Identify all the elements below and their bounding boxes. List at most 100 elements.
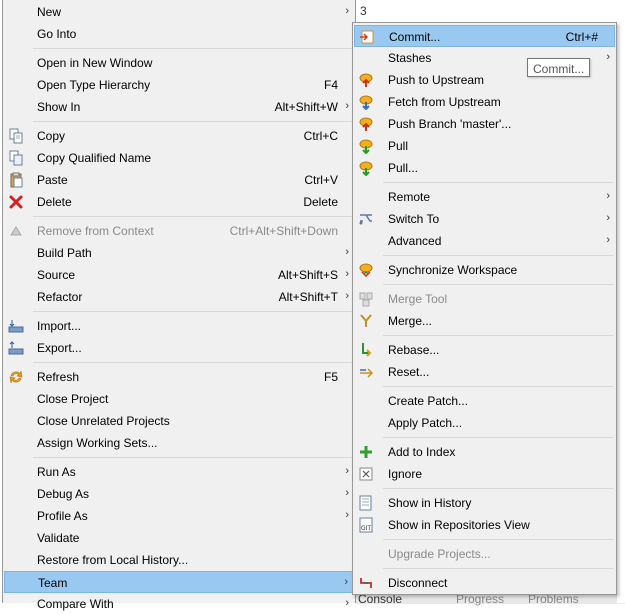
- menu-item-show-in[interactable]: Show In Alt+Shift+W ›: [4, 96, 354, 118]
- menu-shortcut: Alt+Shift+W: [274, 100, 338, 114]
- menu-item-close-unrelated-projects[interactable]: Close Unrelated Projects: [4, 410, 354, 432]
- menu-item-copy-qualified-name[interactable]: Copy Qualified Name: [4, 147, 354, 169]
- copy-qualified-icon: [8, 150, 24, 166]
- menu-item-team[interactable]: Team ›: [4, 571, 354, 593]
- submenu-arrow-icon: ›: [606, 212, 610, 224]
- menu-item-profile-as[interactable]: Profile As ›: [4, 505, 354, 527]
- team-item-show-in-history[interactable]: Show in History: [354, 492, 615, 514]
- team-item-rebase[interactable]: Rebase...: [354, 339, 615, 361]
- menu-label: Export...: [37, 341, 82, 355]
- menu-label: Push to Upstream: [388, 73, 485, 87]
- git-repository-icon: GIT: [358, 517, 374, 533]
- menu-shortcut: Alt+Shift+T: [278, 290, 338, 304]
- team-item-create-patch[interactable]: Create Patch...: [354, 390, 615, 412]
- team-submenu: Commit... Ctrl+# Stashes › Push to Upstr…: [352, 22, 617, 595]
- menu-label: Team: [38, 576, 68, 590]
- menu-label: Push Branch 'master'...: [388, 117, 512, 131]
- menu-label: Pull...: [388, 161, 419, 175]
- editor-line-number: 3: [360, 4, 367, 18]
- team-item-switch-to[interactable]: Switch To ›: [354, 208, 615, 230]
- menu-item-refresh[interactable]: Refresh F5: [4, 366, 354, 388]
- team-item-pull-dialog[interactable]: Pull...: [354, 157, 615, 179]
- menu-label: New: [37, 5, 62, 19]
- menu-label: Synchronize Workspace: [388, 263, 518, 277]
- menu-label: Advanced: [388, 234, 442, 248]
- menu-label: Merge Tool: [388, 292, 448, 306]
- menu-separator: [383, 182, 614, 183]
- menu-item-refactor[interactable]: Refactor Alt+Shift+T ›: [4, 286, 354, 308]
- menu-item-import[interactable]: Import...: [4, 315, 354, 337]
- menu-label: Ignore: [388, 467, 423, 481]
- menu-item-go-into[interactable]: Go Into: [4, 23, 354, 45]
- menu-item-open-type-hierarchy[interactable]: Open Type Hierarchy F4: [4, 74, 354, 96]
- export-icon: [8, 340, 24, 356]
- menu-item-close-project[interactable]: Close Project: [4, 388, 354, 410]
- menu-item-remove-from-context[interactable]: Remove from Context Ctrl+Alt+Shift+Down: [4, 220, 354, 242]
- team-item-merge-tool[interactable]: Merge Tool: [354, 288, 615, 310]
- menu-shortcut: Ctrl+Alt+Shift+Down: [229, 224, 338, 238]
- menu-item-validate[interactable]: Validate: [4, 527, 354, 549]
- menu-item-delete[interactable]: Delete Delete: [4, 191, 354, 213]
- submenu-arrow-icon: ›: [345, 597, 349, 609]
- menu-item-source[interactable]: Source Alt+Shift+S ›: [4, 264, 354, 286]
- menu-label: Reset...: [388, 365, 430, 379]
- team-item-show-repositories-view[interactable]: GIT Show in Repositories View: [354, 514, 615, 536]
- menu-label: Close Unrelated Projects: [37, 414, 170, 428]
- delete-icon: [8, 194, 24, 210]
- team-item-synchronize-workspace[interactable]: Synchronize Workspace: [354, 259, 615, 281]
- menu-separator: [383, 335, 614, 336]
- menu-label: Copy: [37, 129, 66, 143]
- team-item-fetch-from-upstream[interactable]: Fetch from Upstream: [354, 91, 615, 113]
- team-item-disconnect[interactable]: Disconnect: [354, 572, 615, 594]
- team-item-advanced[interactable]: Advanced ›: [354, 230, 615, 252]
- menu-item-run-as[interactable]: Run As ›: [4, 461, 354, 483]
- team-item-remote[interactable]: Remote ›: [354, 186, 615, 208]
- pull-icon: [358, 138, 374, 155]
- team-item-merge[interactable]: Merge...: [354, 310, 615, 332]
- menu-item-paste[interactable]: Paste Ctrl+V: [4, 169, 354, 191]
- menu-item-new[interactable]: New ›: [4, 1, 354, 23]
- submenu-arrow-icon: ›: [345, 268, 349, 280]
- team-item-push-branch[interactable]: Push Branch 'master'...: [354, 113, 615, 135]
- menu-item-debug-as[interactable]: Debug As ›: [4, 483, 354, 505]
- menu-item-export[interactable]: Export...: [4, 337, 354, 359]
- team-item-apply-patch[interactable]: Apply Patch...: [354, 412, 615, 434]
- menu-label: Close Project: [37, 392, 109, 406]
- team-item-commit[interactable]: Commit... Ctrl+#: [354, 25, 615, 47]
- menu-label: Build Path: [37, 246, 92, 260]
- menu-shortcut: Delete: [303, 195, 338, 209]
- team-item-ignore[interactable]: Ignore: [354, 463, 615, 485]
- menu-item-assign-working-sets[interactable]: Assign Working Sets...: [4, 432, 354, 454]
- menu-separator: [33, 362, 353, 363]
- pull-dialog-icon: [358, 160, 374, 177]
- menu-separator: [383, 386, 614, 387]
- menu-label: Fetch from Upstream: [388, 95, 501, 109]
- project-context-menu: New › Go Into Open in New Window Open Ty…: [2, 0, 356, 611]
- menu-label: Apply Patch...: [388, 416, 463, 430]
- submenu-arrow-icon: ›: [345, 290, 349, 302]
- team-item-reset[interactable]: Reset...: [354, 361, 615, 383]
- commit-icon: [359, 29, 375, 45]
- menu-separator: [33, 121, 353, 122]
- menu-label: Refactor: [37, 290, 83, 304]
- menu-label: Switch To: [388, 212, 440, 226]
- menu-item-compare-with[interactable]: Compare With ›: [4, 593, 354, 615]
- menu-item-open-new-window[interactable]: Open in New Window: [4, 52, 354, 74]
- menu-item-copy[interactable]: Copy Ctrl+C: [4, 125, 354, 147]
- menu-label: Validate: [37, 531, 80, 545]
- team-item-pull[interactable]: Pull: [354, 135, 615, 157]
- menu-separator: [33, 48, 353, 49]
- push-branch-icon: [358, 116, 374, 132]
- menu-label: Refresh: [37, 370, 80, 384]
- menu-label: Debug As: [37, 487, 90, 501]
- menu-item-build-path[interactable]: Build Path ›: [4, 242, 354, 264]
- team-item-add-to-index[interactable]: Add to Index: [354, 441, 615, 463]
- menu-label: Profile As: [37, 509, 88, 523]
- menu-separator: [383, 437, 614, 438]
- menu-shortcut: F4: [323, 78, 338, 92]
- menu-item-restore-local-history[interactable]: Restore from Local History...: [4, 549, 354, 571]
- menu-label: Restore from Local History...: [37, 553, 189, 567]
- paste-icon: [8, 172, 24, 188]
- menu-separator: [383, 568, 614, 569]
- team-item-upgrade-projects[interactable]: Upgrade Projects...: [354, 543, 615, 565]
